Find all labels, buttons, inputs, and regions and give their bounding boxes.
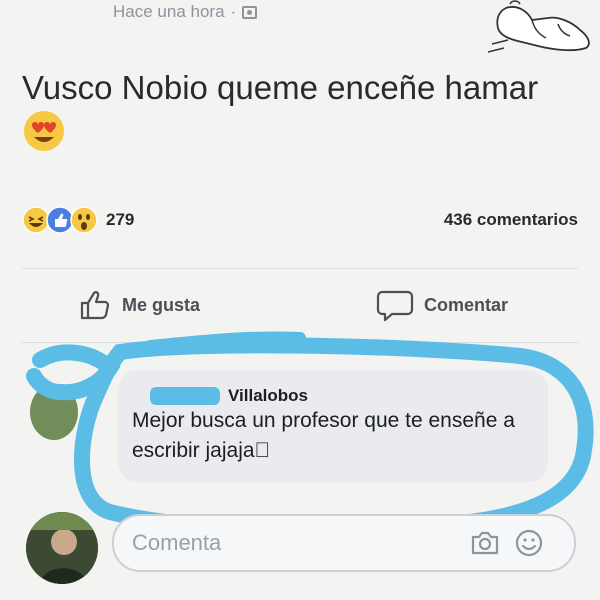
- like-label: Me gusta: [122, 294, 201, 315]
- reaction-count: 279: [106, 210, 135, 229]
- post-actions: Me gusta Comentar: [0, 278, 600, 334]
- meta-separator: ·: [230, 2, 237, 21]
- speech-bubble-icon: [376, 290, 414, 322]
- wow-reaction-icon: [70, 206, 98, 234]
- comment-button[interactable]: Comentar: [376, 288, 508, 322]
- reactions-row: 279 436 comentarios: [22, 202, 578, 238]
- audience-icon: [242, 5, 258, 19]
- heart-eyes-emoji-icon: [24, 111, 64, 151]
- composer-icons: [470, 528, 544, 558]
- redacted-name: [150, 387, 220, 405]
- divider: [22, 342, 578, 343]
- comment-count[interactable]: 436 comentarios: [444, 210, 578, 230]
- post-body: Vusco Nobio queme enceñe hamar: [22, 66, 562, 153]
- like-button[interactable]: Me gusta: [78, 288, 200, 322]
- post-text: Vusco Nobio queme enceñe hamar: [22, 69, 539, 106]
- commenter-avatar[interactable]: [30, 384, 78, 440]
- sticker-drawing: [488, 0, 590, 53]
- user-avatar: [26, 512, 98, 584]
- comment-author-row: Villalobos: [150, 386, 308, 406]
- comment-item: Villalobos Mejor busca un profesor que t…: [30, 360, 590, 500]
- thumbs-up-icon: [80, 291, 110, 320]
- comment-author[interactable]: Villalobos: [228, 386, 308, 406]
- post-meta: Hace una hora ·: [113, 0, 258, 24]
- divider: [22, 268, 578, 269]
- camera-icon[interactable]: [470, 530, 500, 556]
- comment-label: Comentar: [424, 294, 509, 315]
- smiley-icon[interactable]: [514, 528, 544, 558]
- comment-text: Mejor busca un profesor que te enseñe a …: [132, 409, 515, 462]
- post-timestamp[interactable]: Hace una hora: [113, 1, 225, 23]
- reaction-summary[interactable]: 279: [22, 206, 134, 234]
- comment-composer: [0, 506, 600, 600]
